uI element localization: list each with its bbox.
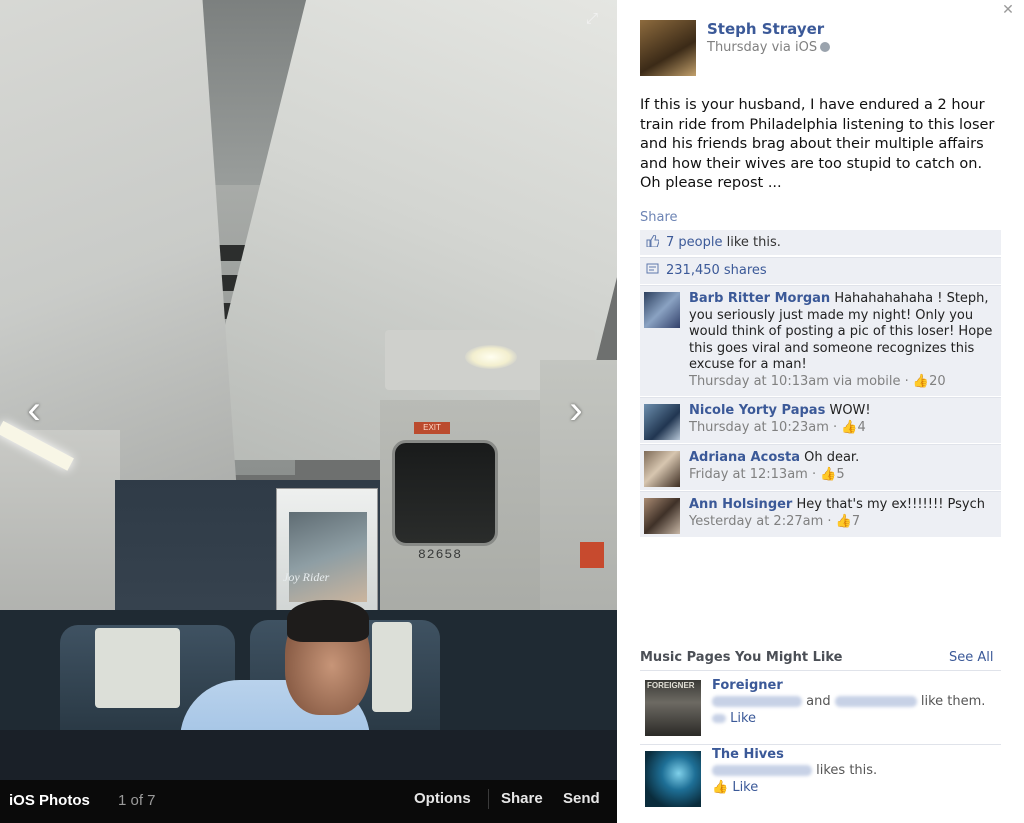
- comment-likes[interactable]: 👍4: [841, 420, 865, 435]
- close-icon[interactable]: ✕: [1000, 2, 1016, 18]
- like-label: Like: [730, 711, 757, 726]
- photo-stage: Joy Rider EXIT 82658 ⤢ ‹ › iOS Photos 1 …: [0, 0, 617, 823]
- thumbs-up-icon: [646, 234, 660, 248]
- commenter-name[interactable]: Adriana Acosta: [689, 450, 800, 465]
- thumbs-up-icon: 👍: [841, 419, 858, 435]
- friends-like-suffix: likes this.: [812, 763, 878, 778]
- page-name[interactable]: Foreigner: [712, 678, 783, 693]
- shares-icon: [646, 263, 660, 275]
- thumbs-up-icon: 👍: [712, 780, 729, 795]
- share-button[interactable]: Share: [501, 790, 543, 807]
- like-page-button[interactable]: 👍 Like: [712, 780, 758, 795]
- comment-timestamp: Yesterday at 2:27am ·: [689, 513, 836, 529]
- comment-timestamp: Thursday at 10:13am via mobile ·: [689, 373, 913, 389]
- like-page-button[interactable]: Like: [712, 711, 756, 726]
- shares-row: 231,450 shares: [640, 257, 1001, 284]
- friends-like-line: likes this.: [712, 763, 877, 778]
- comment-likes[interactable]: 👍5: [820, 467, 844, 482]
- likes-link[interactable]: 7 people: [666, 235, 722, 250]
- commenter-name[interactable]: Barb Ritter Morgan: [689, 291, 830, 306]
- music-pages-heading: Music Pages You Might Like: [640, 650, 843, 665]
- comment-likes-count: 7: [851, 513, 861, 529]
- commenter-avatar[interactable]: [644, 498, 680, 534]
- comment: Barb Ritter Morgan Hahahahahaha ! Steph,…: [640, 285, 1001, 396]
- author-avatar[interactable]: [640, 20, 696, 76]
- photo-action-bar: iOS Photos 1 of 7 Options Share Send: [0, 780, 617, 823]
- globe-icon: [820, 42, 831, 52]
- commenter-avatar[interactable]: [644, 451, 680, 487]
- music-page-suggestion: The Hives likes this. 👍 Like: [640, 744, 1001, 810]
- photo-headrest: [95, 628, 180, 708]
- friends-like-connector: and: [802, 694, 835, 709]
- comment-body: Adriana Acosta Oh dear. Friday at 12:13a…: [689, 450, 995, 483]
- post-sidebar: ✕ Steph Strayer Thursday via iOS If this…: [617, 0, 1024, 823]
- friends-like-suffix: like them.: [916, 694, 986, 709]
- page-name[interactable]: The Hives: [712, 747, 784, 762]
- thumbs-up-icon: 👍: [912, 373, 930, 389]
- commenter-avatar[interactable]: [644, 292, 680, 328]
- bar-divider: [488, 789, 489, 809]
- page-thumbnail[interactable]: [645, 751, 701, 807]
- shares-link[interactable]: 231,450 shares: [666, 263, 767, 278]
- photo-headrest: [372, 622, 412, 712]
- photo-counter: 1 of 7: [118, 792, 156, 809]
- comment: Nicole Yorty Papas WOW! Thursday at 10:2…: [640, 397, 1001, 443]
- commenter-name[interactable]: Nicole Yorty Papas: [689, 403, 825, 418]
- album-link[interactable]: iOS Photos: [9, 792, 90, 809]
- commenter-avatar[interactable]: [644, 404, 680, 440]
- page-thumbnail[interactable]: FOREIGNER: [645, 680, 701, 736]
- options-button[interactable]: Options: [414, 790, 471, 807]
- comment-timestamp: Friday at 12:13am ·: [689, 466, 821, 482]
- comment-body: Barb Ritter Morgan Hahahahahaha ! Steph,…: [689, 291, 995, 390]
- photo-poster-image: [289, 512, 367, 602]
- post-text: If this is your husband, I have endured …: [640, 97, 995, 191]
- post-timestamp: Thursday via iOS: [707, 40, 818, 55]
- next-photo-chevron-icon[interactable]: ›: [556, 388, 596, 432]
- comment-body: Ann Holsinger Hey that's my ex!!!!!!! Ps…: [689, 497, 995, 530]
- photo-door-window: [392, 440, 498, 546]
- comment: Adriana Acosta Oh dear. Friday at 12:13a…: [640, 444, 1001, 490]
- comment-body: Nicole Yorty Papas WOW! Thursday at 10:2…: [689, 403, 995, 436]
- music-page-suggestion: FOREIGNER Foreigner and like them. Like: [640, 676, 1001, 741]
- friends-like-line: and like them.: [712, 694, 985, 709]
- thumbs-up-icon: [712, 714, 726, 723]
- commenter-name[interactable]: Ann Holsinger: [689, 497, 792, 512]
- photo-person-hair: [287, 600, 369, 642]
- author-name[interactable]: Steph Strayer: [707, 20, 824, 38]
- likes-row: 7 people like this.: [640, 230, 1001, 255]
- comment-likes-count: 20: [929, 373, 946, 389]
- photo-red-sticker: [580, 542, 604, 568]
- comment-likes-count: 5: [836, 466, 845, 482]
- share-link[interactable]: Share: [640, 210, 678, 225]
- thumbs-up-icon: 👍: [835, 513, 852, 529]
- comment-likes-count: 4: [857, 419, 866, 435]
- photo-ceiling-light: [465, 345, 517, 369]
- photo-poster-text: Joy Rider: [283, 570, 330, 584]
- photo-exit-sign: EXIT: [414, 422, 450, 434]
- comment-likes[interactable]: 👍20: [913, 374, 946, 389]
- expand-icon[interactable]: ⤢: [583, 10, 601, 28]
- like-label: Like: [732, 780, 759, 795]
- divider: [640, 670, 1001, 671]
- page-logo-text: FOREIGNER: [647, 681, 695, 690]
- comment: Ann Holsinger Hey that's my ex!!!!!!! Ps…: [640, 491, 1001, 537]
- photo-door-number: 82658: [418, 547, 463, 562]
- photo-front-seat: [0, 730, 617, 780]
- blurred-friend-name: [834, 696, 917, 707]
- post-meta: Thursday via iOS: [707, 40, 831, 55]
- blurred-friend-name: [712, 696, 802, 707]
- comment-text: Oh dear.: [799, 450, 860, 465]
- see-all-link[interactable]: See All: [949, 650, 994, 665]
- comment-text: Hey that's my ex!!!!!!! Psych: [792, 497, 985, 512]
- send-button[interactable]: Send: [563, 790, 600, 807]
- comment-likes[interactable]: 👍7: [836, 514, 860, 529]
- likes-suffix: like this.: [722, 235, 781, 250]
- blurred-friend-name: [712, 765, 812, 776]
- thumbs-up-icon: 👍: [820, 466, 837, 482]
- comment-text: WOW!: [825, 403, 871, 418]
- comment-timestamp: Thursday at 10:23am ·: [689, 419, 842, 435]
- previous-photo-chevron-icon[interactable]: ‹: [14, 388, 54, 432]
- train-photo[interactable]: Joy Rider EXIT 82658: [0, 0, 617, 780]
